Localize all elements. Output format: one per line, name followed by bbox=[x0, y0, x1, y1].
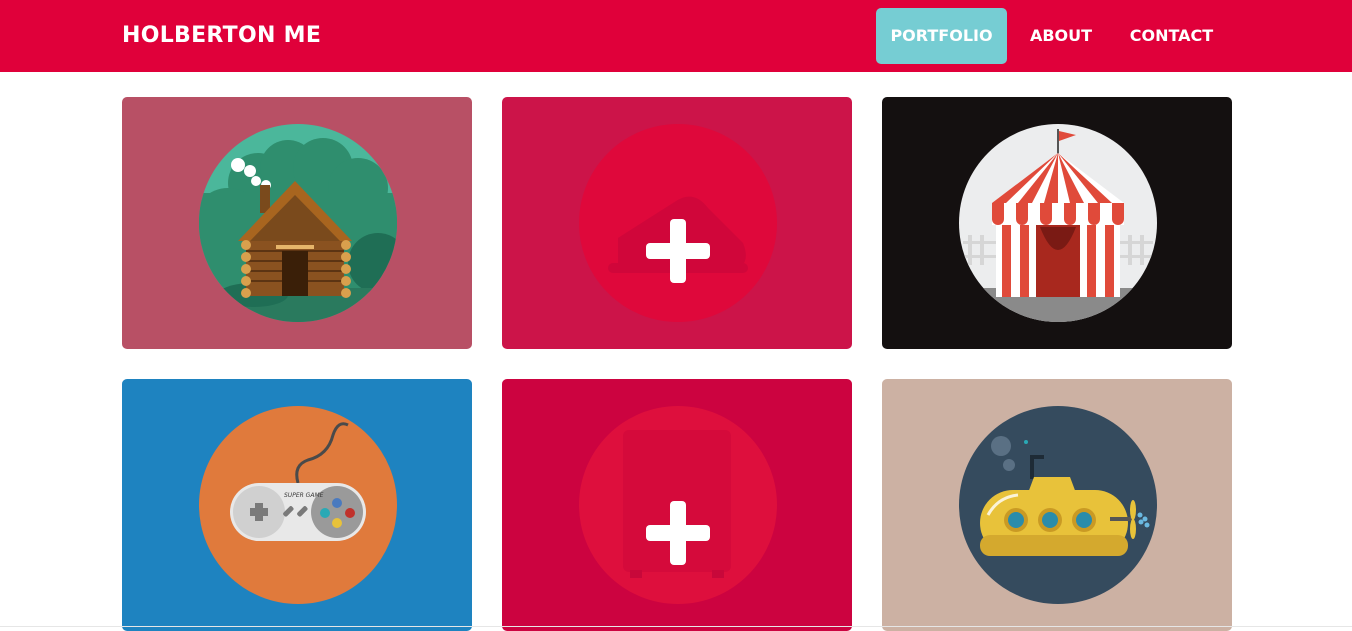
navbar: HOLBERTON ME PORTFOLIO ABOUT CONTACT bbox=[0, 0, 1352, 72]
game-controller-icon: SUPER GAME bbox=[199, 406, 397, 604]
log-cabin-icon bbox=[199, 124, 397, 322]
nav-contact[interactable]: CONTACT bbox=[1116, 8, 1227, 64]
brand-title[interactable]: HOLBERTON ME bbox=[122, 22, 321, 50]
plus-icon bbox=[579, 124, 777, 322]
nav-portfolio[interactable]: PORTFOLIO bbox=[876, 8, 1007, 64]
portfolio-item-cabin[interactable] bbox=[122, 97, 472, 349]
portfolio-item-controller[interactable]: SUPER GAME bbox=[122, 379, 472, 631]
portfolio-item-safe[interactable] bbox=[502, 379, 852, 631]
plus-icon bbox=[579, 406, 777, 604]
portfolio-item-sneaker[interactable] bbox=[502, 97, 852, 349]
controller-label: SUPER GAME bbox=[284, 492, 324, 499]
nav-about[interactable]: ABOUT bbox=[1016, 8, 1106, 64]
submarine-icon bbox=[959, 406, 1157, 604]
circus-tent-icon bbox=[959, 124, 1157, 322]
portfolio-item-circus[interactable] bbox=[882, 97, 1232, 349]
portfolio-item-submarine[interactable] bbox=[882, 379, 1232, 631]
